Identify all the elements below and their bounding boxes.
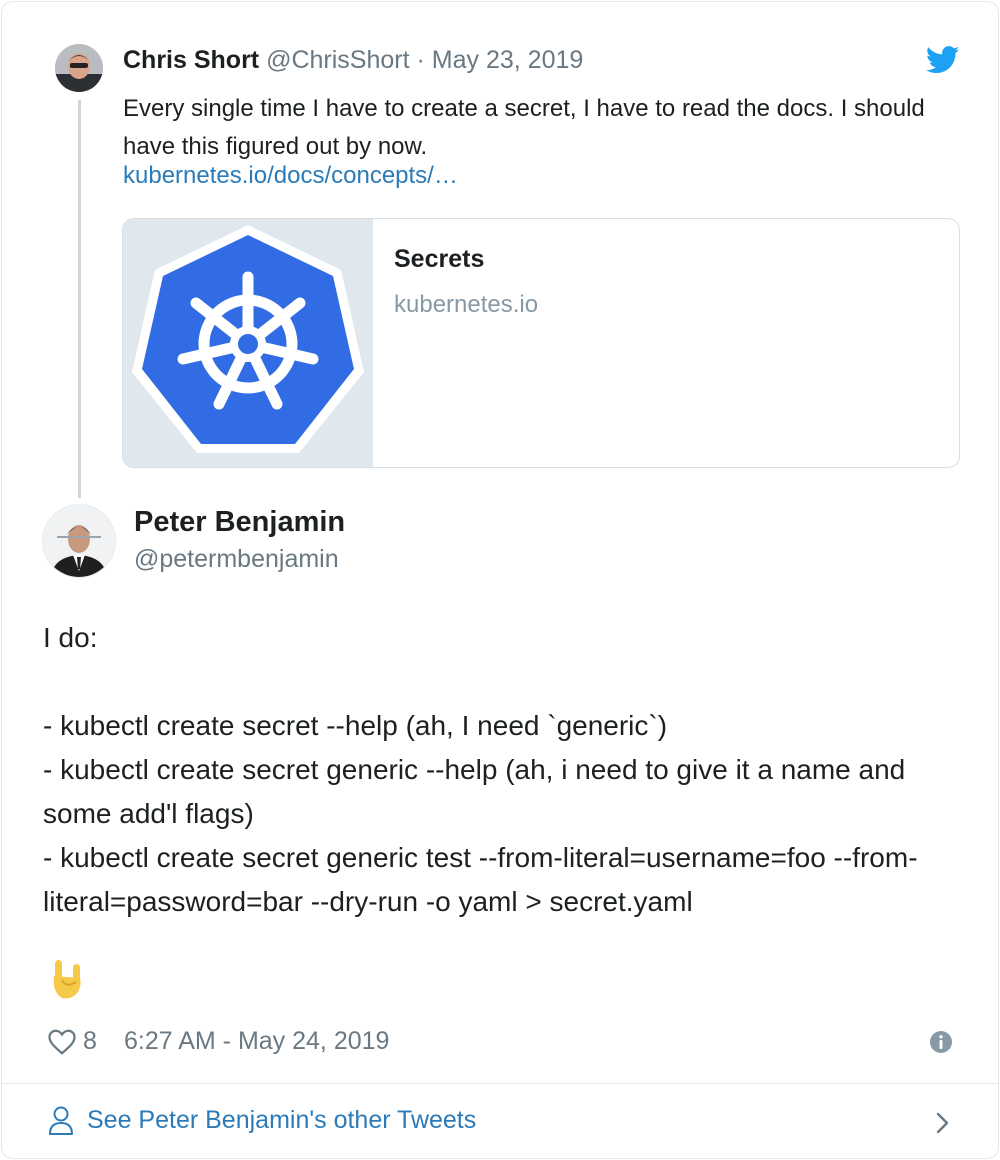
tweet-timestamp[interactable]: 6:27 AM - May 24, 2019 <box>124 1027 389 1056</box>
footer-divider <box>2 1083 998 1084</box>
link-preview-domain: kubernetes.io <box>394 291 539 318</box>
quoted-author-handle[interactable]: @ChrisShort <box>266 46 409 74</box>
main-tweet-text: I do: - kubectl create secret --help (ah… <box>43 622 918 917</box>
link-preview-card[interactable]: Secrets kubernetes.io <box>122 218 960 468</box>
link-preview-thumbnail <box>123 219 373 467</box>
quoted-tweet-text: Every single time I have to create a sec… <box>123 95 925 160</box>
quoted-tweet-header: Chris Short @ChrisShort · May 23, 2019 <box>123 46 583 75</box>
quoted-author-name[interactable]: Chris Short <box>123 46 259 74</box>
heart-icon[interactable] <box>47 1027 77 1057</box>
kubernetes-logo <box>132 225 364 453</box>
tweet-embed-card: Chris Short @ChrisShort · May 23, 2019 E… <box>1 1 999 1159</box>
header-separator: · <box>416 46 425 74</box>
sign-of-the-horns-emoji <box>53 960 81 999</box>
twitter-bird-icon[interactable] <box>926 46 960 74</box>
person-icon <box>49 1106 73 1135</box>
info-icon[interactable] <box>929 1030 953 1054</box>
quoted-tweet-date[interactable]: May 23, 2019 <box>432 46 584 74</box>
chevron-right-icon[interactable] <box>932 1108 952 1138</box>
thread-connector-line <box>78 100 81 498</box>
main-author-name[interactable]: Peter Benjamin <box>134 506 345 539</box>
quoted-tweet-link[interactable]: kubernetes.io/docs/concepts/… <box>123 162 458 190</box>
see-other-tweets-link[interactable]: See Peter Benjamin's other Tweets <box>87 1106 476 1135</box>
link-preview-title: Secrets <box>394 245 485 273</box>
peter-benjamin-avatar[interactable] <box>42 504 116 578</box>
like-count[interactable]: 8 <box>83 1027 97 1056</box>
main-author-handle[interactable]: @petermbenjamin <box>134 545 339 574</box>
chris-short-avatar[interactable] <box>55 44 103 92</box>
